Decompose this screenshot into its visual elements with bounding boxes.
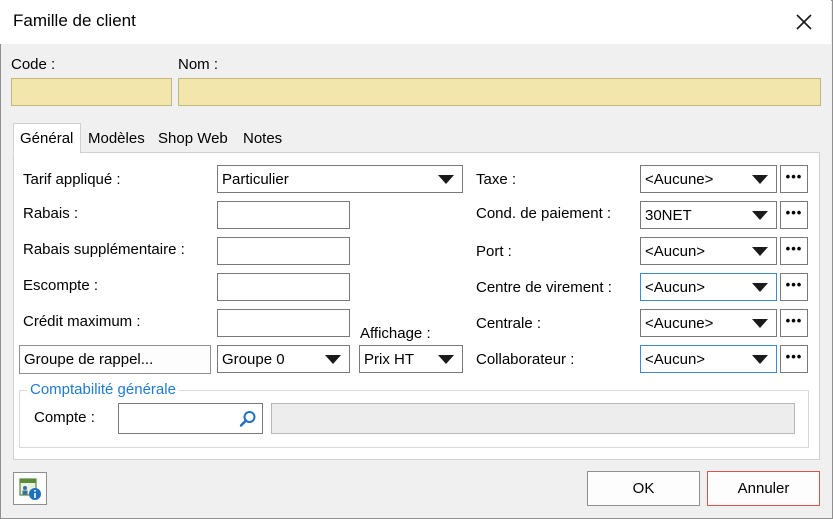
more-dots-icon: ••• <box>785 241 803 256</box>
nom-field[interactable] <box>178 78 821 106</box>
tarif-select[interactable]: Particulier <box>217 165 463 193</box>
tab-notes[interactable]: Notes <box>237 127 288 153</box>
affichage-label: Affichage : <box>360 325 431 342</box>
cancel-button[interactable]: Annuler <box>707 471 820 506</box>
tarif-label: Tarif appliqué : <box>23 171 121 188</box>
chevron-down-icon <box>438 354 454 364</box>
more-dots-icon: ••• <box>785 205 803 220</box>
nom-label-text: Nom : <box>178 56 219 73</box>
port-more-button[interactable]: ••• <box>780 237 808 265</box>
centre-more-button[interactable]: ••• <box>780 273 808 301</box>
groupe-rappel-button[interactable]: Groupe de rappel... <box>19 345 211 374</box>
info-button[interactable] <box>13 472 47 505</box>
dialog-title: Famille de client <box>13 11 136 30</box>
escompte-field[interactable] <box>217 273 350 301</box>
code-label-text: Code : <box>11 56 56 73</box>
credit-label: Crédit maximum : <box>23 313 141 330</box>
chevron-down-icon <box>438 174 454 184</box>
nom-label: Nom : <box>178 56 218 74</box>
chevron-down-icon <box>325 354 341 364</box>
cond-paiement-select[interactable]: 30NET <box>640 201 777 229</box>
chevron-down-icon <box>752 174 768 184</box>
tab-modeles[interactable]: Modèles <box>82 127 151 153</box>
tab-shop-web[interactable]: Shop Web <box>152 127 234 153</box>
collaborateur-select[interactable]: <Aucun> <box>640 345 777 373</box>
rabais-sup-label: Rabais supplémentaire : <box>23 241 185 258</box>
tarif-value: Particulier <box>222 170 289 188</box>
taxe-more-button[interactable]: ••• <box>780 165 808 193</box>
cond-more-button[interactable]: ••• <box>780 201 808 229</box>
centre-label: Centre de virement : <box>476 279 612 296</box>
code-field[interactable] <box>11 78 172 106</box>
close-button[interactable] <box>788 8 820 36</box>
centrale-select[interactable]: <Aucune> <box>640 309 777 337</box>
taxe-select[interactable]: <Aucune> <box>640 165 777 193</box>
more-dots-icon: ••• <box>785 169 803 184</box>
chevron-down-icon <box>752 246 768 256</box>
cond-label: Cond. de paiement : <box>476 205 612 222</box>
chevron-down-icon <box>752 318 768 328</box>
port-value: <Aucun> <box>645 242 706 260</box>
centrale-label: Centrale : <box>476 315 542 332</box>
compte-label: Compte : <box>34 409 95 426</box>
chevron-down-icon <box>752 282 768 292</box>
centre-virement-select[interactable]: <Aucun> <box>640 273 777 301</box>
taxe-label: Taxe : <box>476 171 517 188</box>
more-dots-icon: ••• <box>785 349 803 364</box>
collab-more-button[interactable]: ••• <box>780 345 808 373</box>
code-label: Code : <box>11 56 55 74</box>
rabais-sup-field[interactable] <box>217 237 350 265</box>
port-label: Port : <box>476 243 512 260</box>
chevron-down-icon <box>752 210 768 220</box>
compte-field[interactable] <box>118 403 263 434</box>
collab-value: <Aucun> <box>645 350 706 368</box>
centrale-more-button[interactable]: ••• <box>780 309 808 337</box>
affichage-select[interactable]: Prix HT <box>359 345 463 373</box>
port-select[interactable]: <Aucun> <box>640 237 777 265</box>
collab-label: Collaborateur : <box>476 351 575 368</box>
groupe-rappel-select[interactable]: Groupe 0 <box>217 345 350 373</box>
ok-button[interactable]: OK <box>587 471 700 506</box>
family-info-icon <box>19 477 41 500</box>
cond-value: 30NET <box>645 206 692 224</box>
compta-group-title: Comptabilité générale <box>27 381 179 398</box>
more-dots-icon: ••• <box>785 313 803 328</box>
compte-description-field <box>271 403 795 434</box>
rabais-field[interactable] <box>217 201 350 229</box>
taxe-value: <Aucune> <box>645 170 714 188</box>
credit-field[interactable] <box>217 309 350 337</box>
rabais-label: Rabais : <box>23 205 79 222</box>
search-icon[interactable] <box>239 410 257 428</box>
centrale-value: <Aucune> <box>645 314 714 332</box>
escompte-label: Escompte : <box>23 277 99 294</box>
affichage-value: Prix HT <box>364 350 414 368</box>
tab-general[interactable]: Général <box>13 123 81 154</box>
groupe-rappel-value: Groupe 0 <box>222 350 285 368</box>
more-dots-icon: ••• <box>785 277 803 292</box>
close-icon <box>796 14 812 30</box>
centre-value: <Aucun> <box>645 278 706 296</box>
chevron-down-icon <box>752 354 768 364</box>
